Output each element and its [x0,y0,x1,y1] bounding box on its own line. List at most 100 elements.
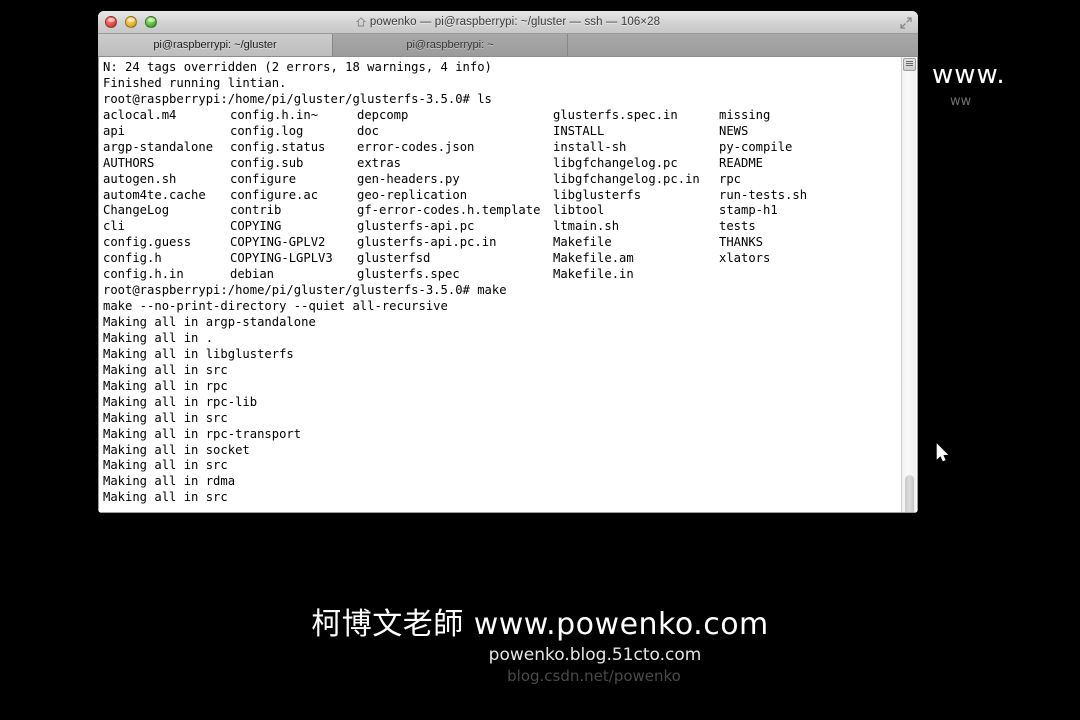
terminal-file-entry: autom4te.cache [103,187,206,202]
window-controls [105,11,157,33]
terminal-file-entry: ChangeLog [103,203,170,218]
scroll-up-button[interactable] [903,58,916,71]
terminal-line: Making all in rdma [103,474,236,489]
terminal-file-entry: configure.ac [230,187,319,202]
terminal-file-entry: config.h.in~ [230,107,319,122]
terminal-file-entry: NEWS [719,123,749,138]
terminal-file-entry: rpc [719,171,742,186]
tab-label: pi@raspberrypi: ~/gluster [153,39,277,51]
terminal-file-entry: ltmain.sh [553,219,620,234]
terminal-file-entry: glusterfs.spec.in [553,107,678,122]
terminal-file-entry: Makefile [553,235,612,250]
terminal-file-entry: libglusterfs [553,187,642,202]
terminal-line: config.h COPYING-LGPLV3 glusterfsd Makefile… [103,251,899,267]
terminal-file-entry: README [719,155,764,170]
window-title-text: powenko — pi@raspberrypi: ~/gluster — ss… [369,16,661,28]
terminal-line: config.guess COPYING-GPLV2 glusterfs-api.p… [103,235,899,251]
terminal-file-entry: contrib [230,203,282,218]
terminal-line: AUTHORS config.sub extras libgfchangelog.pc… [103,156,899,172]
tab-bar-filler [568,34,918,56]
terminal-line: autogen.sh configure gen-headers.py libgfch… [103,172,899,188]
terminal-line: config.h.in debian glusterfs.spec Makefile.… [103,267,899,283]
minimize-button[interactable] [125,16,137,28]
terminal-file-entry: libgfchangelog.pc.in [553,171,700,186]
terminal-line: autom4te.cache configure.ac geo-replicatio… [103,188,899,204]
terminal-line: Making all in . [103,330,214,345]
terminal-file-entry: aclocal.m4 [103,107,177,122]
terminal-line: cli COPYING glusterfs-api.pc ltmain.sh tests [103,219,899,235]
fullscreen-icon[interactable] [900,16,912,29]
tab-label: pi@raspberrypi: ~ [406,39,494,51]
terminal-line: N: 24 tags overridden (2 errors, 18 warn… [103,60,492,74]
terminal-file-entry: configure [230,171,297,186]
terminal-file-entry: doc [357,123,380,138]
terminal-file-entry: tests [719,219,756,234]
terminal-body[interactable]: N: 24 tags overridden (2 errors, 18 warn… [98,57,918,513]
terminal-line: Making all in socket [103,442,250,457]
terminal-file-entry: extras [357,155,402,170]
terminal-file-entry: glusterfs.spec [357,267,460,282]
terminal-file-entry: geo-replication [357,187,468,202]
terminal-file-entry: stamp-h1 [719,203,778,218]
terminal-file-entry: COPYING [230,219,282,234]
terminal-line: Making all in src [103,458,228,473]
maximize-button[interactable] [145,16,157,28]
terminal-window[interactable]: powenko — pi@raspberrypi: ~/gluster — ss… [98,11,918,513]
terminal-file-entry: config.log [230,123,304,138]
terminal-line: Making all in rpc-transport [103,426,302,441]
terminal-line: ChangeLog contrib gf-error-codes.h.templat… [103,203,899,219]
terminal-file-entry: py-compile [719,139,793,154]
terminal-file-entry: install-sh [553,139,627,154]
terminal-line: root@raspberrypi:/home/pi/gluster/gluste… [103,91,492,106]
terminal-file-entry: COPYING-LGPLV3 [230,251,333,266]
tab-gluster[interactable]: pi@raspberrypi: ~/gluster [98,34,333,56]
terminal-file-entry: config.h [103,251,162,266]
terminal-line: Finished running lintian. [103,75,287,90]
terminal-file-entry: gf-error-codes.h.template [357,203,541,218]
terminal-file-entry: debian [230,267,275,282]
terminal-line: Making all in libglusterfs [103,346,294,361]
terminal-file-entry: api [103,123,126,138]
terminal-file-entry: glusterfs-api.pc.in [357,235,497,250]
window-title-group: powenko — pi@raspberrypi: ~/gluster — ss… [98,16,918,28]
home-icon [355,17,367,27]
terminal-file-entry: config.status [230,139,326,154]
terminal-file-entry: libtool [553,203,605,218]
terminal-file-entry: COPYING-GPLV2 [230,235,326,250]
terminal-line: Making all in src [103,490,228,505]
close-button[interactable] [105,16,117,28]
terminal-line: Making all in argp-standalone [103,315,316,329]
terminal-file-entry: run-tests.sh [719,187,808,202]
terminal-file-entry: argp-standalone [103,139,214,154]
terminal-file-entry: glusterfs-api.pc [357,219,475,234]
terminal-screen[interactable]: N: 24 tags overridden (2 errors, 18 warn… [103,60,899,512]
terminal-line: Making all in src [103,362,228,377]
window-titlebar[interactable]: powenko — pi@raspberrypi: ~/gluster — ss… [98,11,918,34]
terminal-line: make --no-print-directory --quiet all-re… [103,299,448,314]
terminal-file-entry: Makefile.in [553,267,634,282]
terminal-file-entry: glusterfsd [357,251,431,266]
terminal-file-entry: gen-headers.py [357,171,460,186]
terminal-file-entry: config.sub [230,155,304,170]
terminal-file-entry: config.h.in [103,267,184,282]
terminal-file-entry: libgfchangelog.pc [553,155,678,170]
terminal-file-entry: autogen.sh [103,171,177,186]
tab-home[interactable]: pi@raspberrypi: ~ [333,34,568,56]
terminal-line: api config.log doc INSTALL NEWS [103,124,899,140]
scrollbar-thumb[interactable] [905,475,914,512]
terminal-file-entry: THANKS [719,235,764,250]
terminal-file-entry: depcomp [357,107,409,122]
terminal-file-entry: config.guess [103,235,192,250]
terminal-file-entry: AUTHORS [103,155,155,170]
terminal-line: argp-standalone config.status error-codes.… [103,140,899,156]
terminal-line: Making all in rpc-lib [103,394,258,409]
terminal-file-entry: Makefile.am [553,251,634,266]
tab-bar[interactable]: pi@raspberrypi: ~/gluster pi@raspberrypi… [98,34,918,57]
terminal-line: root@raspberrypi:/home/pi/gluster/gluste… [103,283,507,298]
terminal-file-entry: error-codes.json [357,139,475,154]
terminal-file-entry: xlators [719,251,771,266]
terminal-scrollbar[interactable] [901,57,916,512]
terminal-line: aclocal.m4 config.h.in~ depcomp glusterfs.s… [103,108,899,124]
terminal-file-entry: INSTALL [553,123,605,138]
terminal-file-entry: cli [103,219,126,234]
